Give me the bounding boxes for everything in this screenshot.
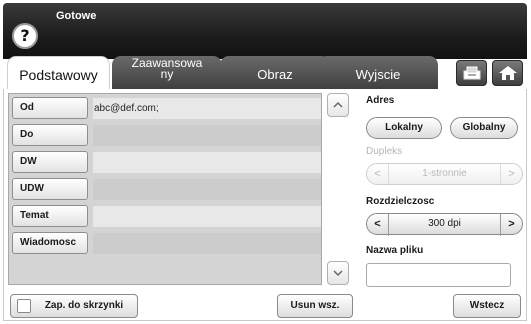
subject-value[interactable]	[93, 206, 321, 227]
bcc-button[interactable]: UDW	[12, 178, 88, 200]
message-button[interactable]: Wiadomosc	[12, 232, 88, 254]
home-icon	[499, 66, 517, 80]
tab-label: Obraz	[257, 67, 293, 82]
global-button[interactable]: Globalny	[450, 117, 518, 139]
chevron-down-icon	[333, 270, 343, 277]
tab-zaawansowany[interactable]: Zaawansowa ny	[112, 56, 222, 90]
status-header: ? Gotowe	[3, 3, 527, 59]
scroll-down-button[interactable]	[327, 261, 349, 285]
help-icon[interactable]: ?	[12, 23, 38, 49]
message-value[interactable]	[93, 233, 321, 254]
save-to-box-button[interactable]: Zap. do skrzynki	[10, 294, 138, 318]
field-row-subject: Temat	[9, 203, 321, 230]
bcc-value[interactable]	[93, 179, 321, 200]
field-row-message: Wiadomosc	[9, 230, 321, 257]
tab-label: Podstawowy	[19, 67, 98, 83]
scroll-track[interactable]	[327, 118, 349, 260]
address-label: Adres	[366, 95, 395, 106]
duplex-value: 1-stronnie	[422, 168, 467, 179]
field-row-cc: DW	[9, 149, 321, 176]
duplex-label: Dupleks	[366, 146, 403, 157]
filename-label: Nazwa pliku	[366, 245, 424, 256]
scan-to-email-screen: ? Gotowe Podstawowy Zaawansowa ny Obraz …	[0, 0, 531, 324]
field-row-from: Od abc@def.com;	[9, 95, 321, 122]
scroll-up-button[interactable]	[327, 93, 349, 117]
resolution-value: 300 dpi	[428, 218, 461, 229]
back-button[interactable]: Wstecz	[453, 294, 521, 318]
filename-input[interactable]	[366, 263, 511, 287]
home-button[interactable]	[492, 60, 523, 86]
field-row-bcc: UDW	[9, 176, 321, 203]
tray-icon	[463, 66, 481, 80]
to-value[interactable]	[93, 125, 321, 146]
email-field-list: Od abc@def.com; Do DW UDW Temat Wiadomos…	[8, 93, 322, 285]
cc-button[interactable]: DW	[12, 151, 88, 173]
local-button[interactable]: Lokalny	[366, 117, 442, 139]
cc-value[interactable]	[93, 152, 321, 173]
tab-wyjscie[interactable]: Wyjscie	[318, 56, 438, 90]
field-row-to: Do	[9, 122, 321, 149]
tab-podstawowy[interactable]: Podstawowy	[7, 56, 110, 90]
status-text: Gotowe	[56, 10, 97, 22]
chevron-up-icon	[333, 101, 343, 108]
save-to-box-checkbox[interactable]	[17, 299, 31, 313]
resolution-decrease-button[interactable]: <	[367, 214, 389, 236]
from-value[interactable]: abc@def.com;	[93, 98, 321, 119]
save-to-box-label: Zap. do skrzynki	[44, 300, 124, 311]
resolution-label: Rozdzielczosc	[366, 196, 435, 207]
resolution-stepper: < 300 dpi >	[366, 213, 523, 236]
tab-obraz[interactable]: Obraz	[220, 56, 330, 90]
to-button[interactable]: Do	[12, 124, 88, 146]
resolution-increase-button[interactable]: >	[500, 214, 522, 236]
duplex-stepper: < 1-stronnie >	[366, 163, 523, 186]
duplex-increase-button: >	[500, 164, 522, 186]
from-button[interactable]: Od	[12, 97, 88, 119]
clear-all-button[interactable]: Usun wsz.	[277, 294, 353, 318]
tab-label-line2: ny	[160, 67, 174, 81]
subject-button[interactable]: Temat	[12, 205, 88, 227]
tray-button[interactable]	[456, 60, 487, 86]
tab-label: Wyjscie	[355, 67, 401, 82]
duplex-decrease-button: <	[367, 164, 389, 186]
